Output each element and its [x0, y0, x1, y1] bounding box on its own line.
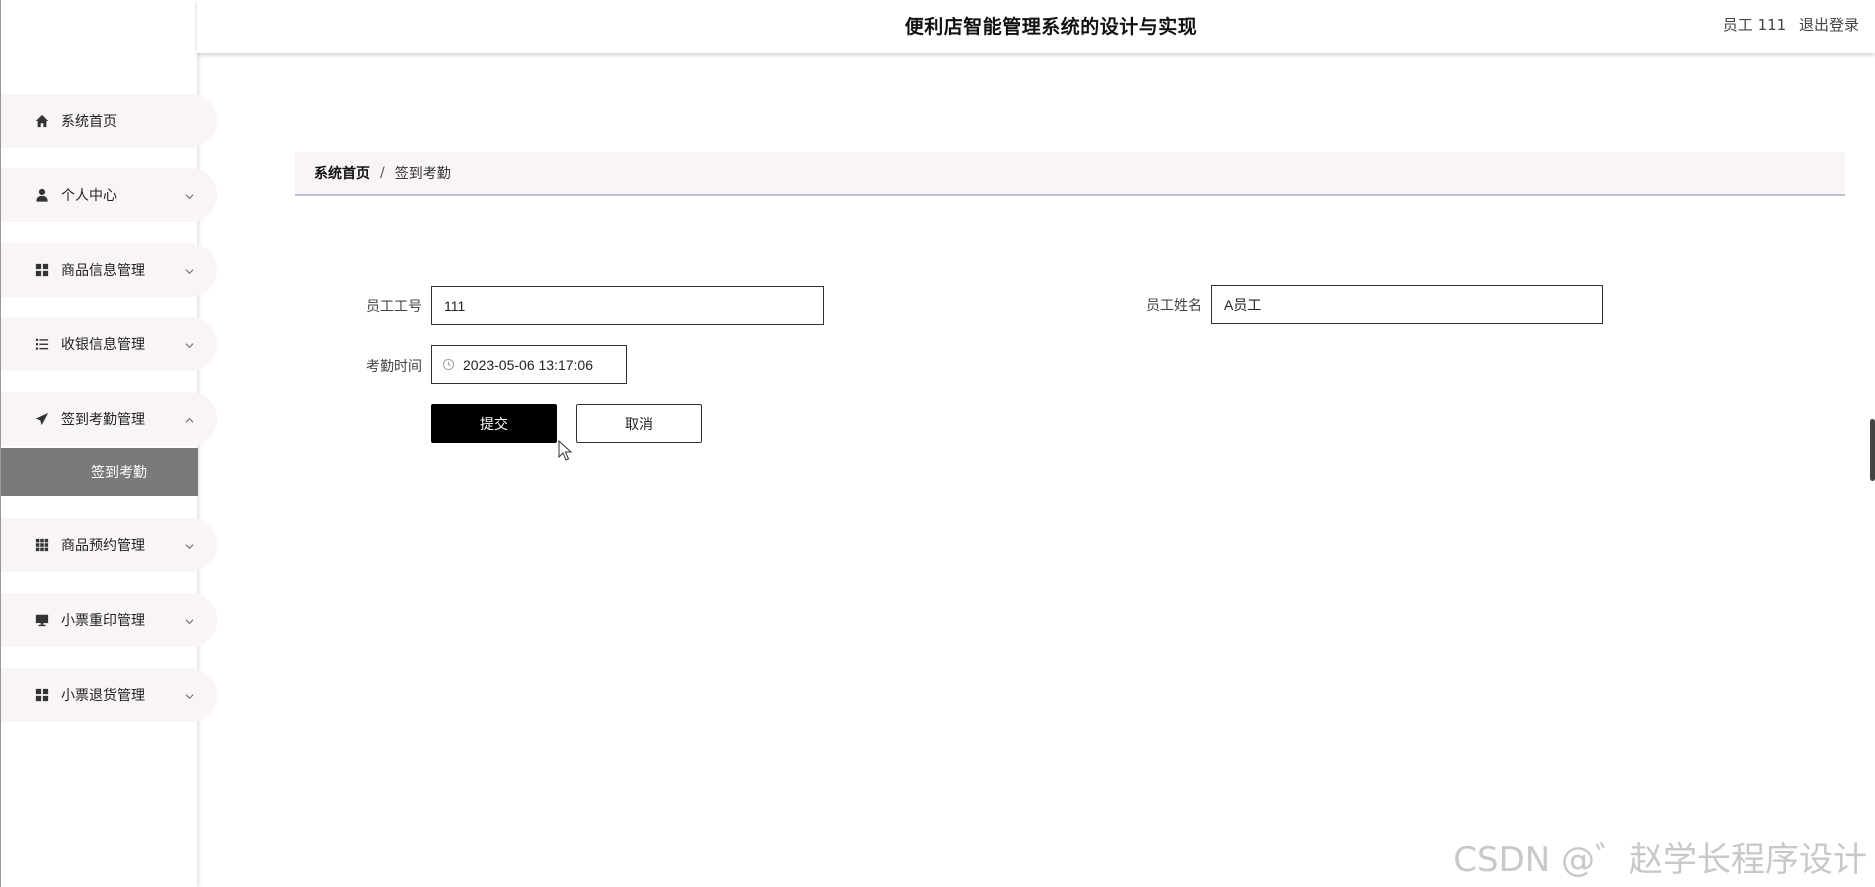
user-icon — [34, 187, 50, 203]
chevron-down-icon — [185, 539, 194, 550]
chevron-up-icon — [185, 413, 194, 423]
sidebar-item-receipt-reprint[interactable]: 小票重印管理 — [1, 593, 217, 647]
sidebar-item-label: 小票退货管理 — [61, 688, 145, 704]
employee-id-label: 员工工号 — [366, 299, 422, 315]
breadcrumb: 系统首页 / 签到考勤 — [295, 152, 1845, 196]
sidebar-item-label: 系统首页 — [61, 114, 117, 130]
user-label: 员工 111 — [1722, 16, 1787, 34]
monitor-icon — [34, 612, 50, 628]
employee-id-input[interactable] — [431, 286, 824, 325]
app-title: 便利店智能管理系统的设计与实现 — [904, 16, 1198, 38]
sidebar-item-label: 小票重印管理 — [61, 613, 145, 629]
attendance-time-label: 考勤时间 — [366, 359, 422, 375]
apps-icon — [34, 537, 50, 553]
chevron-down-icon — [185, 264, 194, 275]
sidebar-item-reservation[interactable]: 商品预约管理 — [1, 518, 217, 572]
sidebar: 系统首页 个人中心 商品信息管理 收银信息管理 签到考勤管理 签到考勤 商品预约… — [0, 0, 217, 887]
user-area: 员工 111 退出登录 — [1715, 14, 1859, 35]
attendance-time-value: 2023-05-06 13:17:06 — [463, 356, 593, 373]
sidebar-item-label: 个人中心 — [61, 188, 117, 204]
grid-icon — [34, 687, 50, 703]
scrollbar-thumb[interactable] — [1870, 419, 1875, 481]
sidebar-item-home[interactable]: 系统首页 — [1, 94, 217, 148]
grid-icon — [34, 262, 50, 278]
send-icon — [34, 411, 50, 427]
breadcrumb-separator: / — [380, 165, 385, 181]
breadcrumb-current: 签到考勤 — [394, 166, 451, 182]
top-header: 便利店智能管理系统的设计与实现 员工 111 退出登录 — [197, 0, 1875, 53]
cancel-button[interactable]: 取消 — [576, 404, 702, 443]
logout-link[interactable]: 退出登录 — [1799, 16, 1859, 34]
submit-button[interactable]: 提交 — [431, 404, 557, 443]
clock-icon — [442, 358, 456, 372]
sidebar-item-cashier[interactable]: 收银信息管理 — [1, 317, 217, 371]
sidebar-item-receipt-return[interactable]: 小票退货管理 — [1, 668, 217, 722]
sidebar-item-label: 商品信息管理 — [61, 263, 145, 279]
sidebar-item-label: 收银信息管理 — [61, 337, 145, 353]
breadcrumb-home[interactable]: 系统首页 — [314, 163, 370, 183]
mouse-cursor-icon — [558, 440, 572, 461]
sidebar-item-label: 签到考勤管理 — [61, 412, 145, 428]
sidebar-item-product-info[interactable]: 商品信息管理 — [1, 243, 217, 297]
chevron-down-icon — [185, 614, 194, 625]
sidebar-item-label: 商品预约管理 — [61, 538, 145, 554]
employee-name-input[interactable] — [1211, 285, 1603, 324]
chevron-down-icon — [185, 189, 194, 200]
sidebar-item-personal[interactable]: 个人中心 — [1, 168, 217, 222]
sidebar-subitem-attendance[interactable]: 签到考勤 — [1, 448, 198, 496]
sidebar-item-attendance[interactable]: 签到考勤管理 — [1, 392, 217, 446]
chevron-down-icon — [185, 338, 194, 349]
attendance-time-picker[interactable]: 2023-05-06 13:17:06 — [431, 345, 627, 384]
chevron-down-icon — [185, 689, 194, 700]
list-icon — [34, 336, 50, 352]
watermark: CSDN @゛赵学长程序设计 — [1453, 840, 1867, 880]
employee-name-label: 员工姓名 — [1146, 298, 1202, 314]
home-icon — [34, 113, 50, 129]
